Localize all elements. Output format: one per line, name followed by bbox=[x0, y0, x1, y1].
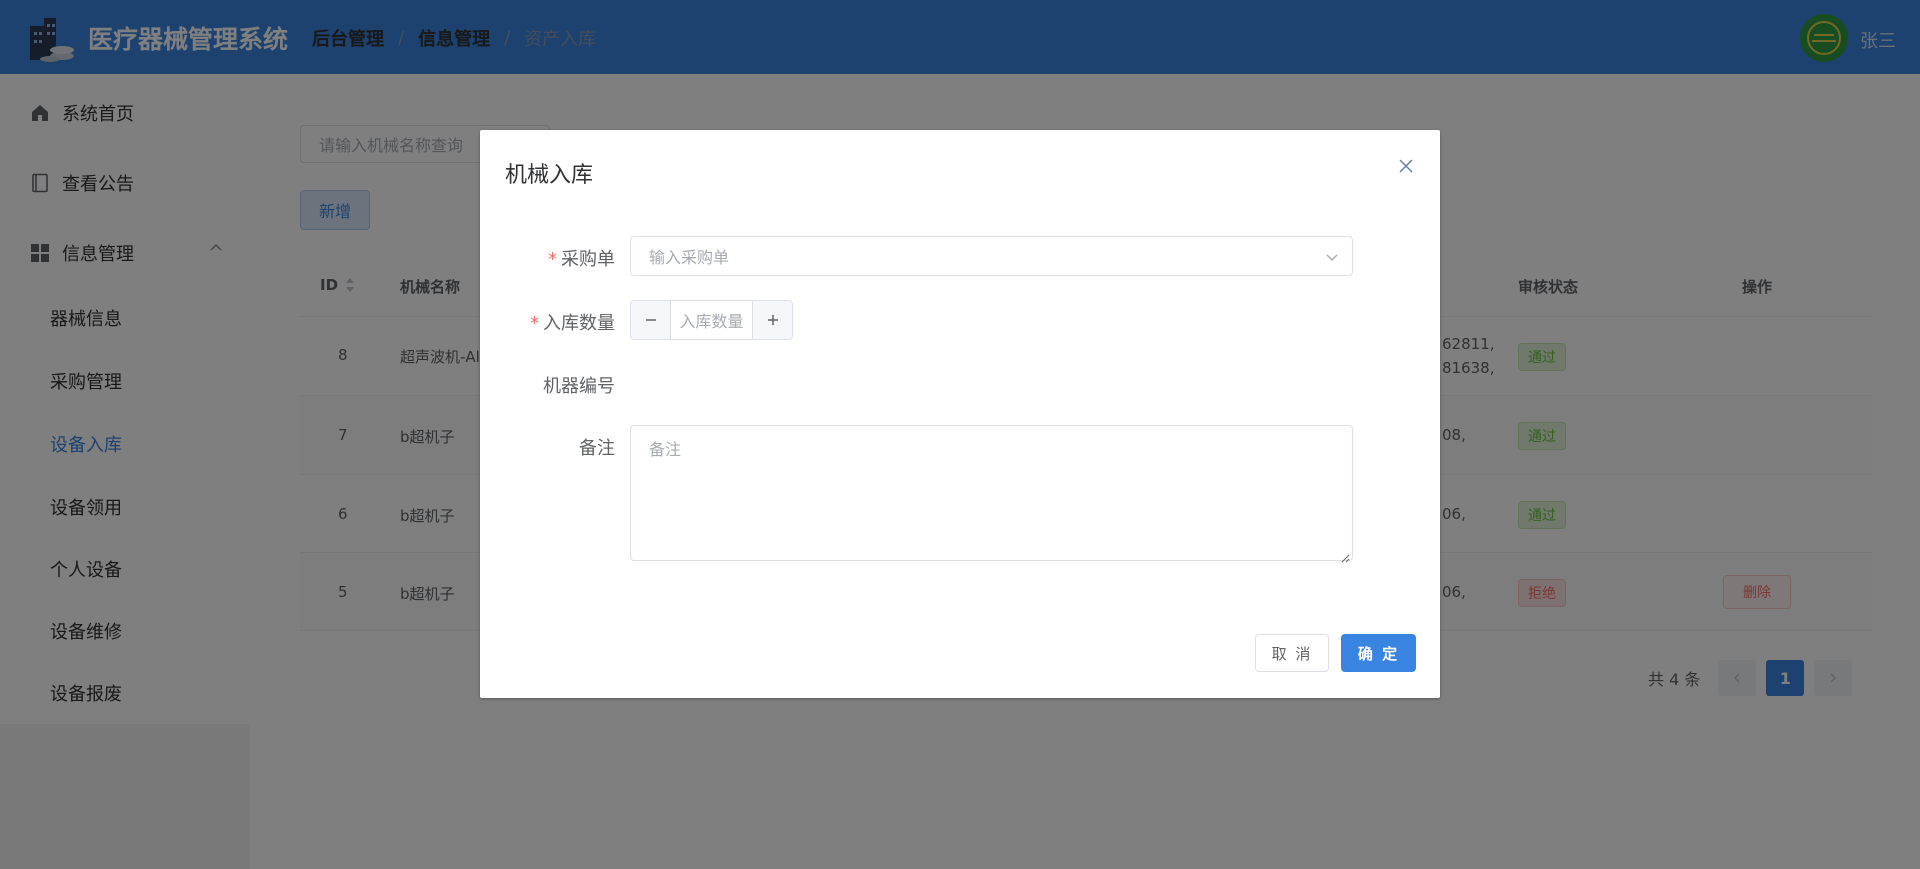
remark-label: 备注 bbox=[579, 438, 615, 459]
stock-in-dialog: 机械入库 * 采购单 输入采购单 * 入库数量 入库数量 机器编号 备注 备注 取 … bbox=[480, 130, 1440, 698]
purchase-order-label: * 采购单 bbox=[548, 249, 615, 270]
minus-icon bbox=[645, 319, 656, 321]
chevron-down-icon bbox=[1324, 249, 1340, 265]
quantity-input[interactable]: 入库数量 bbox=[671, 301, 752, 339]
quantity-stepper: 入库数量 bbox=[630, 300, 793, 340]
machine-no-label: 机器编号 bbox=[543, 376, 615, 397]
required-asterisk: * bbox=[548, 249, 557, 270]
plus-icon bbox=[767, 315, 778, 325]
close-icon[interactable] bbox=[1396, 156, 1416, 176]
required-asterisk: * bbox=[530, 313, 539, 334]
decrement-button[interactable] bbox=[631, 301, 671, 339]
remark-textarea[interactable]: 备注 bbox=[630, 425, 1353, 563]
confirm-button[interactable]: 确 定 bbox=[1341, 634, 1416, 672]
increment-button[interactable] bbox=[752, 301, 792, 339]
purchase-order-select[interactable]: 输入采购单 bbox=[630, 236, 1353, 276]
cancel-button[interactable]: 取 消 bbox=[1255, 634, 1329, 672]
dialog-title: 机械入库 bbox=[505, 163, 594, 188]
resize-handle-icon[interactable] bbox=[1340, 548, 1350, 563]
quantity-label: * 入库数量 bbox=[530, 313, 615, 334]
